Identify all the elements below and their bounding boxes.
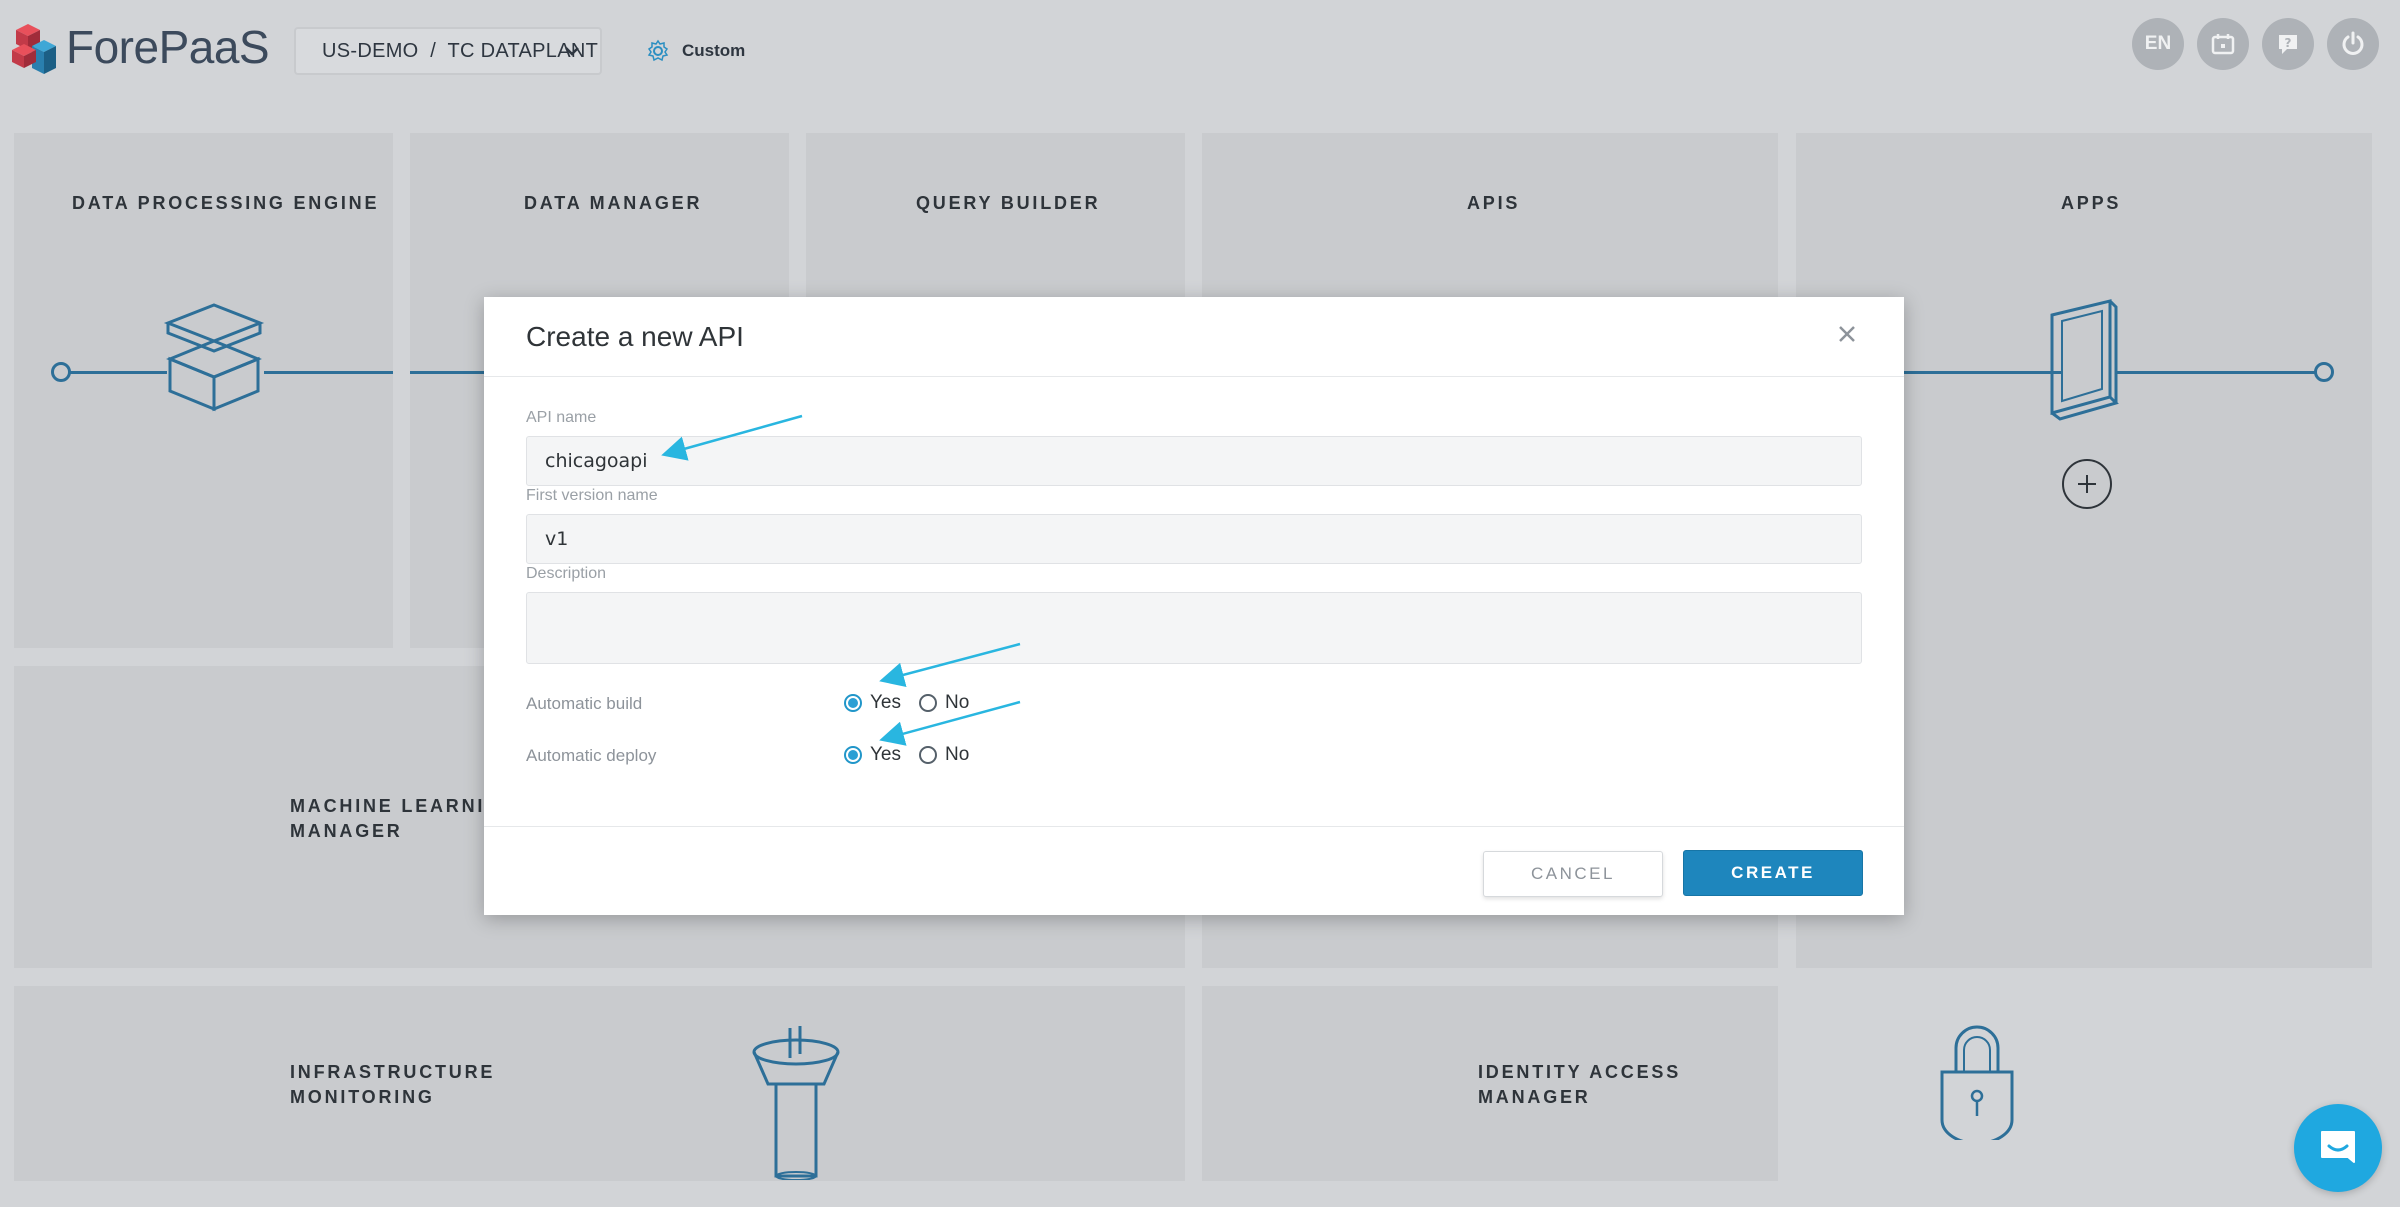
logout-button[interactable] [2327,18,2379,70]
tile-data-processing-engine[interactable]: DATA PROCESSING ENGINE [14,133,393,648]
help-chat-icon: ? [2279,35,2297,54]
brand-name: ForePaaS [66,21,270,73]
tile-title-line: MANAGER [1478,1087,1591,1107]
support-chat-button[interactable] [2294,1104,2382,1192]
custom-link-label: Custom [682,41,746,60]
language-label: EN [2144,33,2172,54]
pipeline-line [1904,371,2062,374]
monitoring-tower-icon [752,1026,840,1180]
chevron-down-icon [565,47,579,56]
tile-title-line: INFRASTRUCTURE [290,1062,496,1082]
chat-icon [2321,1131,2355,1163]
dialog-header: Create a new API [484,297,1904,377]
api-name-input[interactable]: chicagoapi [526,436,1862,486]
calendar-icon [2211,34,2235,55]
pipeline-line [264,371,393,374]
pipeline-start-node [51,362,71,382]
tile-title: APPS [2061,193,2122,213]
dialog-footer: CANCEL CREATE [484,826,1904,915]
pipeline-end-node [2314,362,2334,382]
help-button[interactable]: ? [2262,18,2314,70]
tile-infrastructure-monitoring[interactable]: INFRASTRUCTURE MONITORING [14,986,1185,1181]
svg-text:?: ? [2285,36,2292,50]
description-textarea[interactable] [526,592,1862,664]
plus-icon [2078,475,2096,493]
tile-title: DATA MANAGER [524,193,703,213]
forepaas-logo-icon [12,24,56,74]
cube-icon [163,303,265,412]
radio-label-no: No [945,692,970,713]
api-name-value: chicagoapi [545,450,648,472]
dialog-title: Create a new API [526,321,744,352]
radio-label-no: No [945,744,970,765]
calendar-button[interactable] [2197,18,2249,70]
version-name-input[interactable]: v1 [526,514,1862,564]
automatic-deploy-label: Automatic deploy [526,746,657,765]
close-icon[interactable] [1832,319,1862,349]
tile-title: INFRASTRUCTURE MONITORING [290,1060,495,1110]
tile-title-line: MONITORING [290,1087,435,1107]
automatic-deploy-no-radio[interactable] [919,746,937,764]
pipeline-line [61,371,167,374]
language-button[interactable]: EN [2132,18,2184,70]
add-app-button[interactable] [2062,459,2112,509]
power-icon [2342,31,2364,55]
project-selector[interactable]: US-DEMO / TC DATAPLANT [294,27,602,75]
tile-identity-access-manager[interactable]: IDENTITY ACCESS MANAGER [1202,986,1778,1181]
tile-title: IDENTITY ACCESS MANAGER [1478,1060,1681,1110]
pipeline-line [2116,371,2316,374]
tile-title: QUERY BUILDER [916,193,1101,213]
tile-title-line: IDENTITY ACCESS [1478,1062,1682,1082]
gear-icon [647,39,669,62]
radio-label-yes: Yes [870,744,901,765]
automatic-build-yes-radio[interactable] [844,694,862,712]
tile-title: APIS [1467,193,1521,213]
description-label: Description [526,565,607,582]
cancel-button[interactable]: CANCEL [1483,851,1663,897]
automatic-deploy-yes-radio[interactable] [844,746,862,764]
create-button-label: CREATE [1731,863,1815,882]
radio-label-yes: Yes [870,692,901,713]
pipeline-line [410,371,484,374]
padlock-icon [1940,1025,2014,1140]
automatic-deploy-radio-group: Yes No [844,744,969,766]
version-name-value: v1 [545,528,569,550]
version-name-label: First version name [526,487,658,504]
automatic-build-radio-group: Yes No [844,692,969,714]
custom-theme-link[interactable]: Custom [646,36,745,66]
project-selector-label: US-DEMO / TC DATAPLANT [322,39,599,62]
tile-title: DATA PROCESSING ENGINE [72,193,380,213]
forepaas-logo[interactable]: ForePaaS [10,12,270,82]
automatic-build-no-radio[interactable] [919,694,937,712]
top-header: ForePaaS US-DEMO / TC DATAPLANT Custom E… [0,0,2400,104]
app-door-icon [2050,299,2119,421]
cancel-button-label: CANCEL [1531,864,1615,883]
automatic-build-label: Automatic build [526,694,643,713]
create-api-dialog: Create a new API API name chicagoapi Fir… [484,297,1904,915]
create-button[interactable]: CREATE [1683,850,1863,896]
api-name-label: API name [526,409,597,426]
